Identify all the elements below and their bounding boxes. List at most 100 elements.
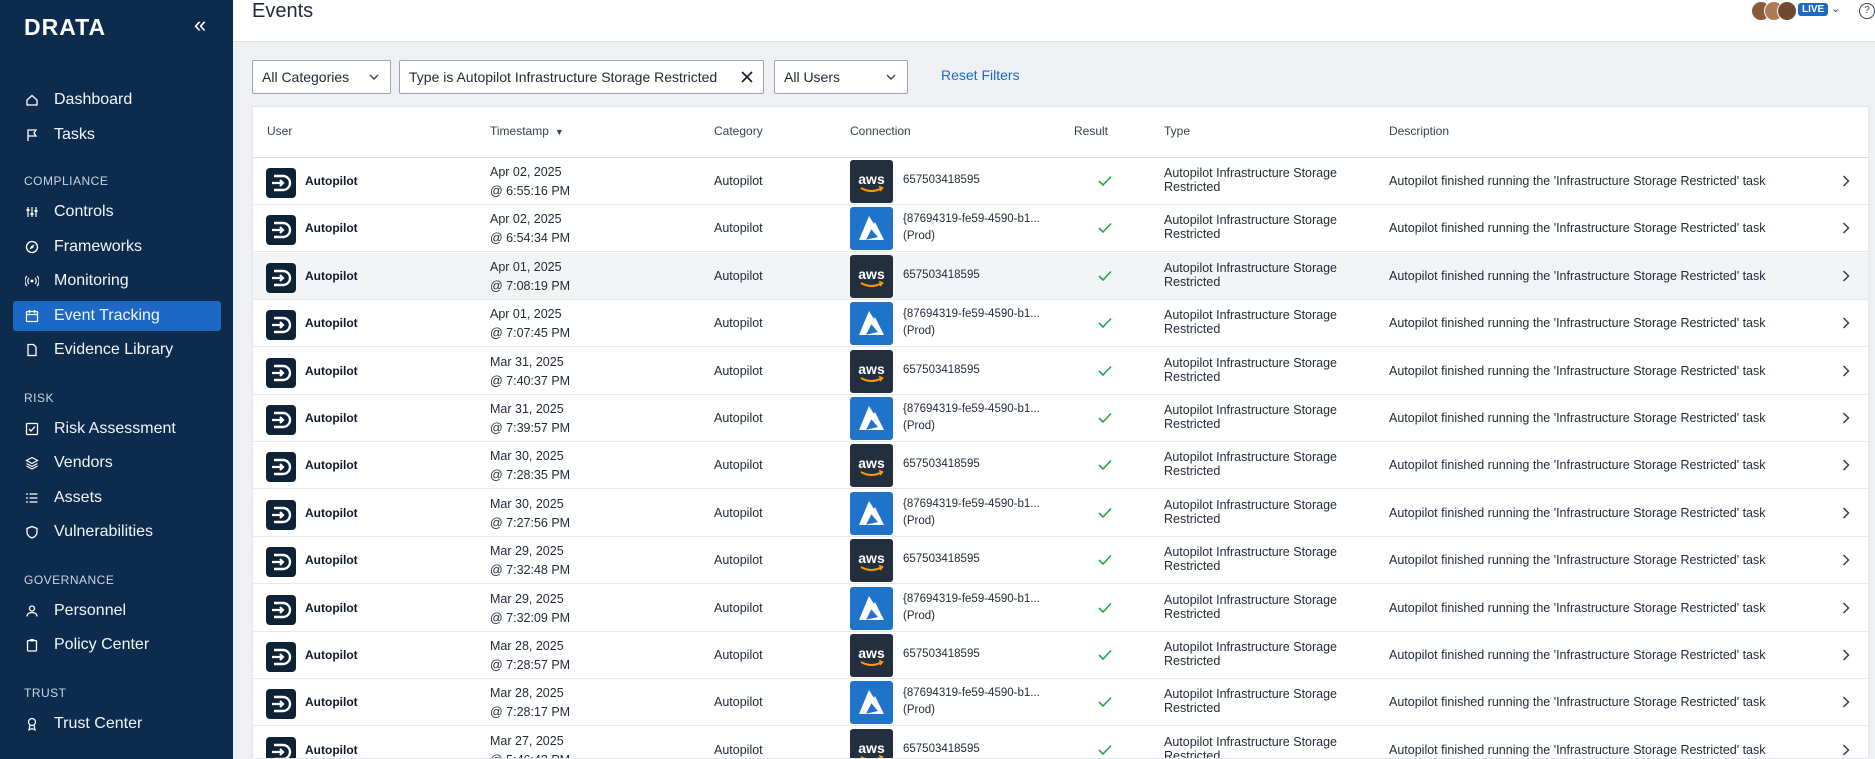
chevron-right-icon[interactable] [1839,458,1853,472]
sidebar-item-vulnerabilities[interactable]: Vulnerabilities [13,517,221,547]
chevron-down-icon[interactable]: ⌄ [1831,2,1840,15]
chevron-right-icon[interactable] [1839,601,1853,615]
type-cell: Autopilot Infrastructure Storage Restric… [1164,687,1338,716]
sidebar-item-dashboard[interactable]: Dashboard [13,85,221,115]
column-header-user[interactable]: User [267,124,292,138]
column-header-description[interactable]: Description [1389,124,1449,138]
table-row[interactable]: Autopilot Mar 29, 2025 @ 7:32:48 PM Autopil… [253,537,1868,585]
close-icon[interactable] [740,70,754,84]
user-name: Autopilot [305,411,358,425]
chevron-right-icon[interactable] [1839,743,1853,757]
table-row[interactable]: Autopilot Mar 30, 2025 @ 7:28:35 PM Autopil… [253,442,1868,490]
live-badge[interactable]: LIVE [1798,3,1829,16]
chevron-right-icon[interactable] [1839,316,1853,330]
timestamp-time: @ 7:08:19 PM [490,278,571,293]
sidebar-item-controls[interactable]: Controls [13,197,221,227]
drata-logo[interactable]: DRATA [24,14,106,41]
column-header-connection[interactable]: Connection [850,124,911,138]
type-cell: Autopilot Infrastructure Storage Restric… [1164,450,1338,479]
type-filter-chip[interactable]: Type is Autopilot Infrastructure Storage… [399,60,764,94]
category-filter-value: All Categories [262,69,350,85]
sidebar-item-personnel[interactable]: Personnel [13,596,221,626]
collapse-sidebar-icon[interactable]: « [194,14,206,36]
table-row[interactable]: Autopilot Mar 31, 2025 @ 7:40:37 PM Autopil… [253,348,1868,395]
column-header-category[interactable]: Category [714,124,763,138]
timestamp: Mar 27, 2025 @ 5:46:43 PM [490,732,570,758]
active-users-avatars[interactable] [1751,1,1797,21]
success-check-icon [1098,744,1112,755]
connection-id: {87694319-fe59-4590-b1... [903,213,1040,226]
reset-filters-link[interactable]: Reset Filters [941,67,1020,83]
sidebar-item-tasks[interactable]: Tasks [13,120,221,150]
success-check-icon [1098,270,1112,281]
table-row[interactable]: Autopilot Mar 31, 2025 @ 7:39:57 PM Autopil… [253,395,1868,442]
category-filter-select[interactable]: All Categories [252,60,391,94]
sidebar-item-vendors[interactable]: Vendors [13,448,221,478]
sidebar-section-governance: GOVERNANCE [24,572,115,587]
sidebar-item-trust-center[interactable]: Trust Center [13,709,221,739]
timestamp-date: Mar 28, 2025 [490,639,564,653]
type-cell: Autopilot Infrastructure Storage Restric… [1164,592,1338,621]
success-check-icon [1098,175,1112,187]
sidebar-item-monitoring[interactable]: Monitoring [13,266,221,296]
azure-logo-icon [850,491,893,535]
sort-desc-icon[interactable]: ▼ [555,127,564,137]
timestamp-date: Mar 27, 2025 [490,733,564,748]
success-check-icon [1098,649,1112,661]
chevron-right-icon[interactable] [1839,506,1853,520]
user-name: Autopilot [305,742,358,757]
category-cell: Autopilot [714,742,763,757]
timestamp: Mar 31, 2025 @ 7:39:57 PM [490,400,570,438]
svg-text:aws: aws [858,266,885,282]
sidebar-item-label: Personnel [54,601,127,619]
description-cell: Autopilot finished running the 'Infrastr… [1389,648,1766,662]
column-header-timestamp[interactable]: Timestamp ▼ [490,124,564,138]
sidebar-item-label: Risk Assessment [54,419,176,437]
sidebar-item-label: Event Tracking [54,306,160,324]
table-row[interactable]: Autopilot Apr 02, 2025 @ 6:55:16 PM Autopil… [253,158,1868,205]
chevron-right-icon[interactable] [1839,648,1853,662]
timestamp-time: @ 7:07:45 PM [490,326,571,341]
table-row[interactable]: Autopilot Apr 01, 2025 @ 7:08:19 PM Autopil… [253,252,1868,300]
connection-id: 657503418595 [903,458,980,471]
timestamp-date: Apr 02, 2025 [490,212,562,227]
chevron-right-icon[interactable] [1839,695,1853,709]
table-row[interactable]: Autopilot Mar 30, 2025 @ 7:27:56 PM Autopil… [253,490,1868,537]
autopilot-logo-icon [266,262,296,293]
table-row[interactable]: Autopilot Mar 28, 2025 @ 7:28:17 PM Autopil… [253,679,1868,727]
table-row[interactable]: Autopilot Apr 02, 2025 @ 6:54:34 PM Autopil… [253,205,1868,253]
sidebar-item-policy-center[interactable]: Policy Center [13,630,221,660]
chevron-right-icon[interactable] [1839,411,1853,425]
table-row[interactable]: Autopilot Mar 29, 2025 @ 7:32:09 PM Autopil… [253,585,1868,632]
autopilot-logo-icon [266,452,296,483]
timestamp: Mar 30, 2025 @ 7:27:56 PM [490,495,570,533]
timestamp-time: @ 7:32:48 PM [490,563,571,578]
connection-env: (Prod) [903,704,935,717]
description-cell: Autopilot finished running the 'Infrastr… [1389,695,1766,710]
sidebar-item-evidence-library[interactable]: Evidence Library [13,335,221,365]
flag-icon [25,128,39,142]
timestamp: Apr 02, 2025 @ 6:55:16 PM [490,163,570,201]
column-header-result[interactable]: Result [1074,124,1108,138]
sidebar-item-event-tracking[interactable]: Event Tracking [13,300,221,331]
chevron-right-icon[interactable] [1839,269,1853,283]
chevron-right-icon[interactable] [1839,221,1853,235]
table-row[interactable]: Autopilot Mar 28, 2025 @ 7:28:57 PM Autopil… [253,632,1868,679]
column-header-type[interactable]: Type [1164,124,1190,138]
autopilot-logo-icon [266,215,296,246]
sidebar-item-risk-assessment[interactable]: Risk Assessment [13,414,221,444]
table-row[interactable]: Autopilot Mar 27, 2025 @ 5:46:43 PM Autopil… [253,727,1868,758]
connection-env: (Prod) [903,420,935,432]
chevron-right-icon[interactable] [1839,364,1853,378]
chevron-right-icon[interactable] [1839,174,1853,188]
table-row[interactable]: Autopilot Apr 01, 2025 @ 7:07:45 PM Autopil… [253,300,1868,348]
type-cell: Autopilot Infrastructure Storage Restric… [1164,545,1338,574]
chevron-right-icon[interactable] [1839,553,1853,567]
success-check-icon [1098,507,1112,518]
help-icon[interactable]: ? [1859,3,1875,19]
category-cell: Autopilot [714,316,763,331]
sidebar-item-assets[interactable]: Assets [13,483,221,513]
sidebar-item-frameworks[interactable]: Frameworks [13,232,221,262]
users-filter-select[interactable]: All Users [774,60,908,94]
timestamp-time: @ 7:28:17 PM [490,705,571,720]
